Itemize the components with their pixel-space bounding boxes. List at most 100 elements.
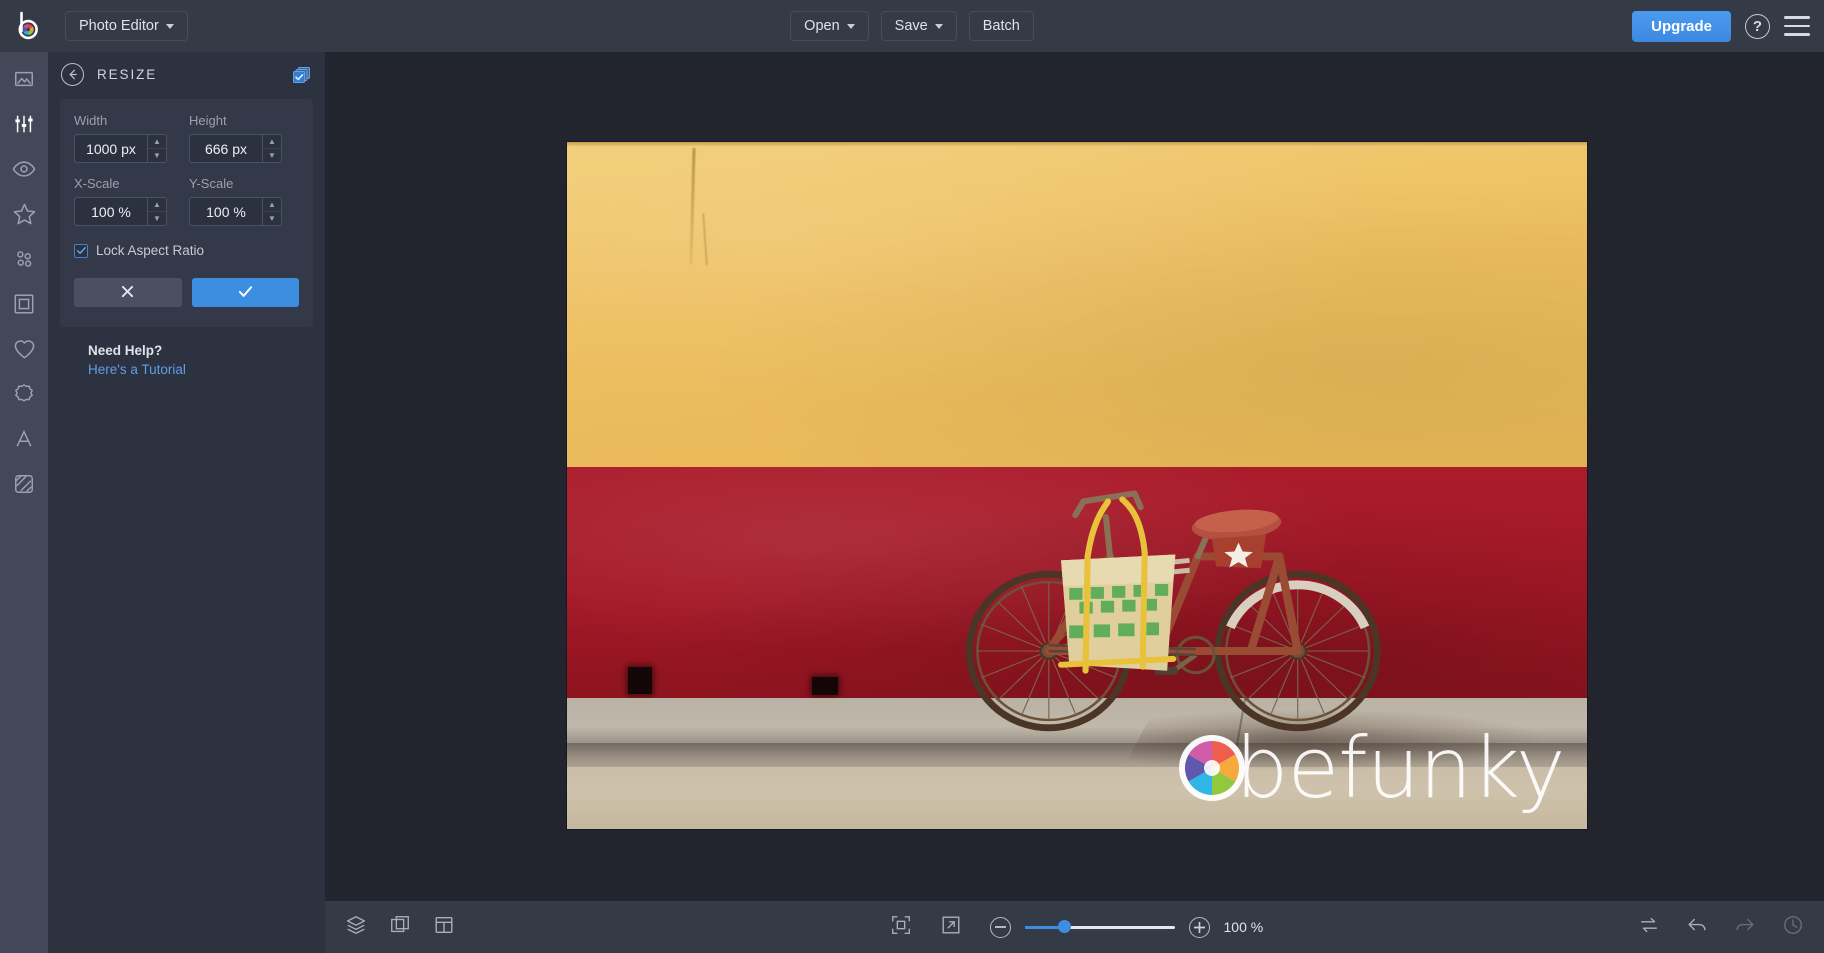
width-decrement-button[interactable]: ▼ — [148, 149, 166, 162]
zoom-level-value: 100 % — [1224, 919, 1264, 935]
x-scale-spin-buttons: ▲ ▼ — [147, 198, 166, 225]
collage-grid-button[interactable] — [433, 914, 455, 941]
sliders-edit-icon — [13, 113, 35, 140]
history-button[interactable] — [1782, 914, 1804, 941]
open-button[interactable]: Open — [790, 11, 868, 41]
rail-item-effects[interactable] — [0, 197, 48, 236]
batch-button[interactable]: Batch — [969, 11, 1034, 41]
wall-top-edge — [567, 142, 1587, 146]
help-block: Need Help? Here's a Tutorial — [48, 327, 325, 377]
scale-row: X-Scale ▲ ▼ Y-Scale ▲ ▼ — [74, 176, 299, 226]
lock-aspect-ratio-row[interactable]: Lock Aspect Ratio — [74, 243, 299, 258]
layers-button[interactable] — [345, 914, 367, 941]
y-scale-field-group: Y-Scale ▲ ▼ — [189, 176, 282, 226]
heart-overlays-icon — [13, 338, 36, 365]
need-help-title: Need Help? — [88, 343, 325, 358]
crop-transform-icon — [389, 914, 411, 941]
center-actions: Open Save Batch — [0, 0, 1824, 52]
bicycle — [955, 458, 1383, 753]
y-scale-stepper[interactable]: ▲ ▼ — [189, 197, 282, 226]
height-input[interactable] — [190, 135, 262, 162]
bottom-left-tools — [345, 914, 455, 941]
rail-item-overlays[interactable] — [0, 332, 48, 371]
zoom-slider[interactable] — [1025, 917, 1175, 937]
text-letter-a-icon — [13, 428, 35, 455]
chevron-down-icon — [847, 24, 855, 29]
undo-button[interactable] — [1686, 914, 1708, 941]
zoom-in-button[interactable] — [1189, 917, 1210, 938]
height-field-group: Height ▲ ▼ — [189, 113, 282, 163]
lock-aspect-ratio-checkbox[interactable] — [74, 244, 88, 258]
bottom-toolbar: 100 % — [325, 901, 1824, 953]
canvas-area[interactable]: befunky — [325, 52, 1824, 901]
height-increment-button[interactable]: ▲ — [263, 135, 281, 149]
redo-button[interactable] — [1734, 914, 1756, 941]
help-question-icon[interactable]: ? — [1745, 14, 1770, 39]
wall-crack-secondary — [702, 213, 708, 265]
y-scale-label: Y-Scale — [189, 176, 282, 191]
resize-panel: RESIZE Width ▲ ▼ — [48, 52, 325, 953]
height-stepper[interactable]: ▲ ▼ — [189, 134, 282, 163]
zoom-out-button[interactable] — [990, 917, 1011, 938]
photo-canvas[interactable]: befunky — [567, 142, 1587, 829]
rail-item-touchup[interactable] — [0, 152, 48, 191]
yellow-wall-region — [567, 142, 1587, 467]
zoom-slider-handle[interactable] — [1058, 920, 1071, 933]
app-switcher-button[interactable]: Photo Editor — [65, 11, 188, 41]
height-decrement-button[interactable]: ▼ — [263, 149, 281, 162]
tutorial-link[interactable]: Here's a Tutorial — [88, 362, 325, 377]
hamburger-menu-icon[interactable] — [1784, 16, 1810, 36]
x-scale-stepper[interactable]: ▲ ▼ — [74, 197, 167, 226]
lock-aspect-ratio-label: Lock Aspect Ratio — [96, 243, 204, 258]
top-toolbar: Photo Editor Open Save Batch Upgrade ? — [0, 0, 1824, 52]
fit-to-screen-icon — [890, 914, 912, 941]
rail-item-text[interactable] — [0, 422, 48, 461]
chevron-down-icon — [166, 24, 174, 29]
apply-to-all-layers-icon[interactable] — [292, 65, 312, 85]
y-scale-input[interactable] — [190, 198, 262, 225]
panel-header: RESIZE — [48, 52, 325, 97]
compare-button[interactable] — [1638, 914, 1660, 941]
app-switcher-label: Photo Editor — [79, 18, 159, 34]
fullscreen-button[interactable] — [940, 914, 962, 941]
wall-vent-left — [628, 667, 651, 695]
open-label: Open — [804, 18, 839, 34]
x-scale-increment-button[interactable]: ▲ — [148, 198, 166, 212]
height-spin-buttons: ▲ ▼ — [262, 135, 281, 162]
eye-touchup-icon — [12, 158, 36, 185]
crop-transform-button[interactable] — [389, 914, 411, 941]
width-field-group: Width ▲ ▼ — [74, 113, 167, 163]
save-button[interactable]: Save — [881, 11, 957, 41]
x-scale-decrement-button[interactable]: ▼ — [148, 212, 166, 225]
history-clock-icon — [1782, 914, 1804, 941]
rail-item-artsy[interactable] — [0, 242, 48, 281]
befunky-logo-icon — [14, 11, 44, 41]
confirm-apply-button[interactable] — [192, 278, 300, 307]
rail-item-textures[interactable] — [0, 467, 48, 506]
bottom-right-tools — [1638, 914, 1804, 941]
layers-icon — [345, 914, 367, 941]
top-right-actions: Upgrade ? — [1632, 0, 1810, 52]
rail-item-photo[interactable] — [0, 62, 48, 101]
fit-to-screen-button[interactable] — [890, 914, 912, 941]
x-scale-input[interactable] — [75, 198, 147, 225]
frames-icon — [13, 293, 35, 320]
rail-item-edit[interactable] — [0, 107, 48, 146]
rail-item-frames[interactable] — [0, 287, 48, 326]
width-stepper[interactable]: ▲ ▼ — [74, 134, 167, 163]
back-arrow-icon[interactable] — [61, 63, 84, 86]
rail-item-graphics[interactable] — [0, 377, 48, 416]
collage-grid-icon — [433, 914, 455, 941]
upgrade-button[interactable]: Upgrade — [1632, 11, 1731, 42]
x-scale-label: X-Scale — [74, 176, 167, 191]
width-increment-button[interactable]: ▲ — [148, 135, 166, 149]
y-scale-increment-button[interactable]: ▲ — [263, 198, 281, 212]
width-input[interactable] — [75, 135, 147, 162]
wall-crack — [690, 148, 696, 265]
panel-title: RESIZE — [97, 67, 279, 82]
height-label: Height — [189, 113, 282, 128]
y-scale-decrement-button[interactable]: ▼ — [263, 212, 281, 225]
app-logo[interactable] — [0, 0, 57, 52]
check-mark-icon — [237, 283, 254, 303]
cancel-button[interactable] — [74, 278, 182, 307]
